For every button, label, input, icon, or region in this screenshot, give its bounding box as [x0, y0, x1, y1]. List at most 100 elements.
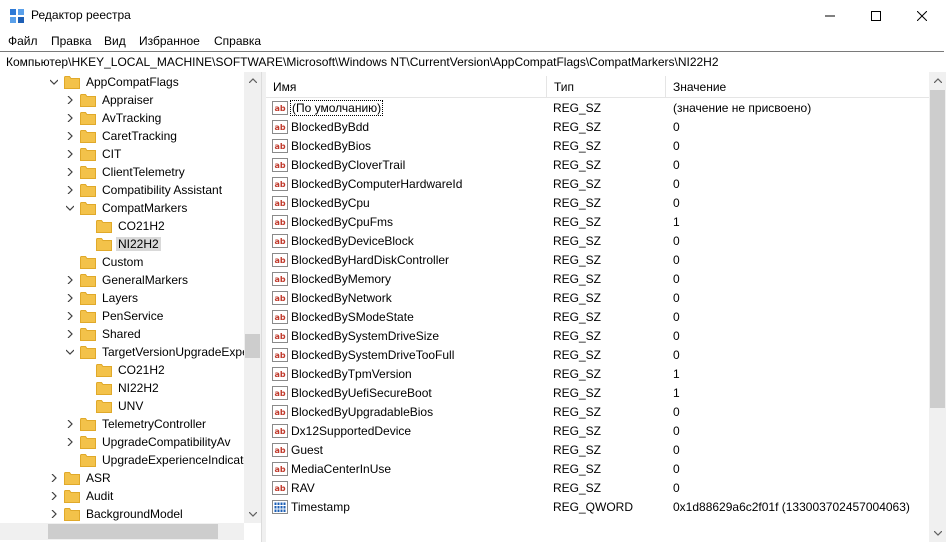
tree-item[interactable]: Layers: [65, 289, 140, 307]
chevron-right-icon[interactable]: [65, 433, 75, 451]
tree-item[interactable]: Shared: [65, 325, 143, 343]
tree-item[interactable]: ASR: [49, 469, 113, 487]
tree-item[interactable]: NI22H2: [81, 235, 161, 253]
value-row[interactable]: ab BlockedByComputerHardwareId REG_SZ 0: [266, 174, 929, 193]
chevron-right-icon[interactable]: [65, 289, 75, 307]
column-header-value[interactable]: Значение: [666, 76, 929, 97]
list-vertical-scroll-thumb[interactable]: [930, 90, 945, 408]
chevron-right-icon[interactable]: [65, 307, 75, 325]
chevron-right-icon[interactable]: [65, 145, 75, 163]
maximize-button[interactable]: [853, 0, 899, 31]
list-scroll-down-button[interactable]: [929, 525, 946, 542]
chevron-right-icon[interactable]: [49, 487, 59, 505]
value-row[interactable]: ab BlockedByCpu REG_SZ 0: [266, 193, 929, 212]
chevron-right-icon[interactable]: [65, 325, 75, 343]
menu-edit[interactable]: Правка: [51, 34, 92, 48]
key-tree[interactable]: AppCompatFlags Appraiser AvTracking CaretTr…: [0, 72, 261, 542]
tree-scroll-up-button[interactable]: [244, 72, 261, 89]
menu-file[interactable]: Файл: [8, 34, 38, 48]
value-row[interactable]: ab (По умолчанию) REG_SZ (значение не присв…: [266, 98, 929, 117]
minimize-button[interactable]: [807, 0, 853, 31]
tree-item[interactable]: BackgroundModel: [49, 505, 185, 523]
value-row[interactable]: ab BlockedByMemory REG_SZ 0: [266, 269, 929, 288]
value-row[interactable]: ab Guest REG_SZ 0: [266, 440, 929, 459]
value-row[interactable]: ab BlockedByTpmVersion REG_SZ 1: [266, 364, 929, 383]
column-header-type[interactable]: Тип: [547, 76, 666, 97]
value-row[interactable]: ab BlockedBySystemDriveTooFull REG_SZ 0: [266, 345, 929, 364]
tree-item[interactable]: UNV: [81, 397, 145, 415]
chevron-down-icon[interactable]: [49, 73, 59, 91]
menu-view[interactable]: Вид: [104, 34, 126, 48]
chevron-right-icon[interactable]: [49, 469, 59, 487]
value-name: BlockedByTpmVersion: [291, 366, 412, 381]
tree-vertical-scroll-thumb[interactable]: [245, 334, 260, 358]
tree-item-label: CompatMarkers: [102, 201, 188, 215]
value-row[interactable]: ab BlockedByBdd REG_SZ 0: [266, 117, 929, 136]
close-button[interactable]: [899, 0, 945, 31]
menu-help[interactable]: Справка: [214, 34, 261, 48]
tree-vertical-scrollbar[interactable]: [244, 72, 261, 523]
chevron-right-icon[interactable]: [65, 181, 75, 199]
address-path[interactable]: Компьютер\HKEY_LOCAL_MACHINE\SOFTWARE\Mi…: [6, 55, 719, 69]
values-list[interactable]: Имя Тип Значение ab (По умолчанию) REG_SZ (…: [266, 72, 929, 542]
tree-item[interactable]: AvTracking: [65, 109, 163, 127]
value-row[interactable]: ab Dx12SupportedDevice REG_SZ 0: [266, 421, 929, 440]
value-row[interactable]: ab BlockedByUefiSecureBoot REG_SZ 1: [266, 383, 929, 402]
chevron-right-icon[interactable]: [65, 163, 75, 181]
value-row[interactable]: ab BlockedByHardDiskController REG_SZ 0: [266, 250, 929, 269]
tree-item[interactable]: UpgradeExperienceIndicato: [65, 451, 252, 469]
value-row[interactable]: Timestamp REG_QWORD 0x1d88629a6c2f01f (133…: [266, 497, 929, 516]
tree-item[interactable]: Audit: [49, 487, 115, 505]
value-row[interactable]: ab BlockedByNetwork REG_SZ 0: [266, 288, 929, 307]
value-row[interactable]: ab BlockedBySystemDriveSize REG_SZ 0: [266, 326, 929, 345]
value-row[interactable]: ab RAV REG_SZ 0: [266, 478, 929, 497]
tree-item[interactable]: AppCompatFlags: [49, 73, 181, 91]
address-bar[interactable]: Компьютер\HKEY_LOCAL_MACHINE\SOFTWARE\Mi…: [0, 51, 944, 73]
tree-item[interactable]: TelemetryController: [65, 415, 208, 433]
svg-text:ab: ab: [274, 199, 285, 208]
title-bar[interactable]: Редактор реестра: [0, 0, 946, 31]
menu-favorites[interactable]: Избранное: [139, 34, 200, 48]
chevron-right-icon[interactable]: [65, 91, 75, 109]
value-data: 0: [673, 290, 680, 305]
value-row[interactable]: ab BlockedByUpgradableBios REG_SZ 0: [266, 402, 929, 421]
value-row[interactable]: ab BlockedByBios REG_SZ 0: [266, 136, 929, 155]
minimize-icon: [825, 15, 835, 16]
chevron-right-icon[interactable]: [65, 271, 75, 289]
tree-item[interactable]: CIT: [65, 145, 123, 163]
tree-item[interactable]: NI22H2: [81, 379, 161, 397]
chevron-down-icon[interactable]: [65, 199, 75, 217]
tree-item[interactable]: GeneralMarkers: [65, 271, 190, 289]
tree-item[interactable]: CompatMarkers: [65, 199, 189, 217]
tree-item[interactable]: PenService: [65, 307, 165, 325]
value-row[interactable]: ab BlockedByCpuFms REG_SZ 1: [266, 212, 929, 231]
chevron-right-icon[interactable]: [49, 505, 59, 523]
chevron-right-icon[interactable]: [65, 109, 75, 127]
tree-item[interactable]: Compatibility Assistant: [65, 181, 224, 199]
value-row[interactable]: ab BlockedBySModeState REG_SZ 0: [266, 307, 929, 326]
chevron-down-icon[interactable]: [65, 343, 75, 361]
list-scroll-up-button[interactable]: [929, 72, 946, 89]
string-value-icon: ab: [272, 176, 288, 191]
chevron-right-icon[interactable]: [65, 415, 75, 433]
tree-item-label: TargetVersionUpgradeExper: [102, 345, 253, 359]
tree-item[interactable]: ClientTelemetry: [65, 163, 187, 181]
tree-item[interactable]: CO21H2: [81, 217, 167, 235]
list-vertical-scrollbar[interactable]: [929, 72, 946, 542]
tree-item[interactable]: UpgradeCompatibilityAv: [65, 433, 233, 451]
chevron-right-icon[interactable]: [65, 127, 75, 145]
tree-item[interactable]: Appraiser: [65, 91, 155, 109]
value-row[interactable]: ab BlockedByDeviceBlock REG_SZ 0: [266, 231, 929, 250]
value-row[interactable]: ab MediaCenterInUse REG_SZ 0: [266, 459, 929, 478]
tree-item[interactable]: CO21H2: [81, 361, 167, 379]
tree-item[interactable]: Custom: [65, 253, 145, 271]
tree-horizontal-scroll-thumb[interactable]: [48, 524, 218, 539]
tree-horizontal-scrollbar[interactable]: [0, 523, 244, 540]
value-data: 0: [673, 157, 680, 172]
value-name: (По умолчанию): [289, 99, 384, 116]
tree-scroll-down-button[interactable]: [244, 506, 261, 523]
value-row[interactable]: ab BlockedByCloverTrail REG_SZ 0: [266, 155, 929, 174]
column-header-name[interactable]: Имя: [266, 76, 547, 97]
tree-item[interactable]: TargetVersionUpgradeExper: [65, 343, 255, 361]
tree-item[interactable]: CaretTracking: [65, 127, 179, 145]
